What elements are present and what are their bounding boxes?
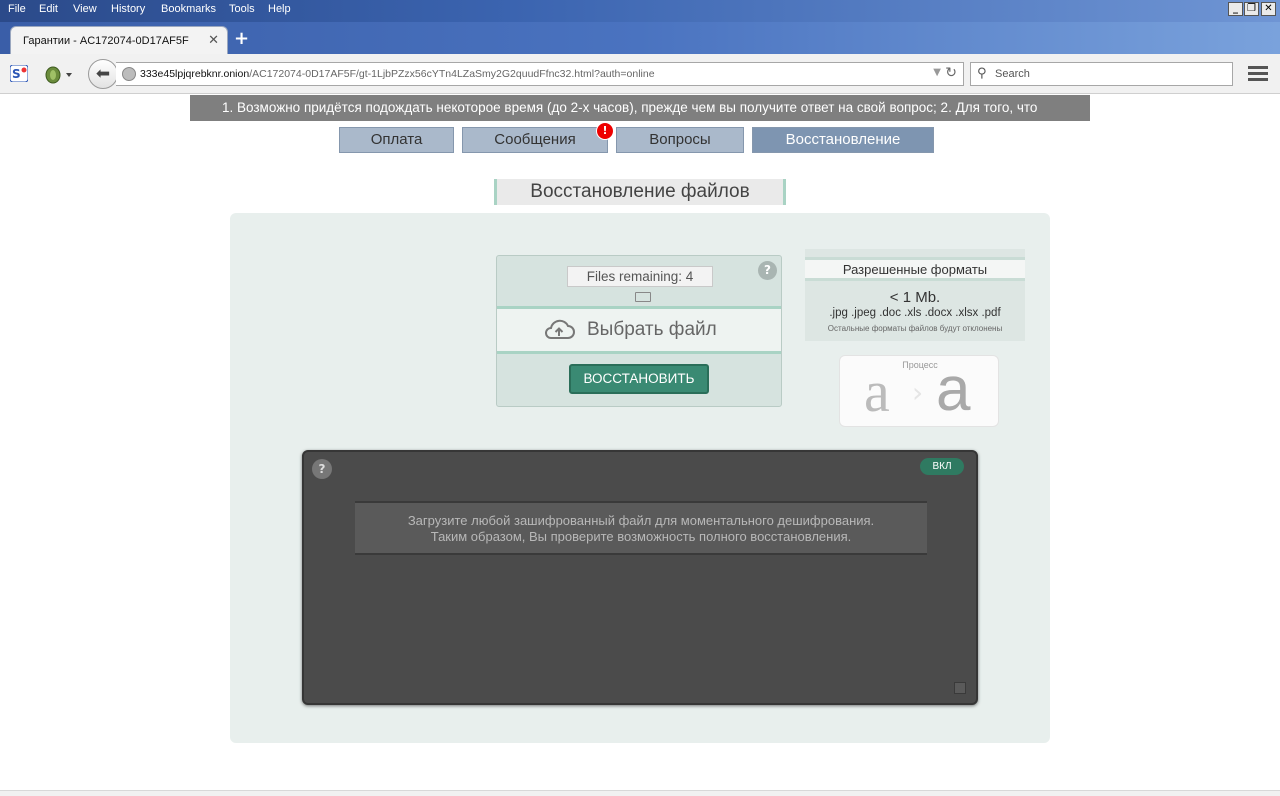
url-text: 333e45lpjqrebknr.onion/AC172074-0D17AF5F… [140, 68, 655, 80]
page-content: 1. Возможно придётся подождать некоторое… [0, 95, 1280, 790]
new-tab-button[interactable]: + [234, 28, 249, 49]
recovery-panel: Files remaining: 4 ? Выбрать файл ВОССТА… [230, 213, 1050, 743]
url-host: 333e45lpjqrebknr.onion [140, 68, 250, 80]
search-placeholder: Search [995, 68, 1030, 80]
dropdown-arrow-icon[interactable]: ▼ [933, 67, 941, 78]
back-button[interactable]: ⬅ [88, 59, 118, 89]
search-input[interactable]: ⚲ Search [970, 62, 1233, 86]
keyboard-icon[interactable] [635, 292, 651, 302]
back-arrow-icon: ⬅ [95, 64, 111, 84]
process-label: Процесс [902, 360, 938, 370]
svg-text:S: S [12, 67, 21, 81]
choose-file-label: Выбрать файл [587, 319, 717, 340]
console-message-line2: Таким образом, Вы проверите возможность … [430, 529, 852, 544]
formats-header: Разрешенные форматы [805, 257, 1025, 281]
hamburger-menu-icon[interactable] [1248, 66, 1268, 82]
help-icon[interactable]: ? [312, 459, 332, 479]
allowed-formats-box: Разрешенные форматы < 1 Mb. .jpg .jpeg .… [805, 249, 1025, 341]
tab-messages[interactable]: Сообщения [462, 127, 608, 153]
reload-icon[interactable]: ↻ [945, 65, 957, 81]
page-title: Восстановление файлов [494, 179, 786, 205]
size-limit: < 1 Mb. [889, 289, 941, 306]
formats-note: Остальные форматы файлов будут отклонены [827, 324, 1003, 333]
process-indicator: a › a Процесс [839, 355, 999, 427]
search-icon: ⚲ [977, 66, 987, 81]
file-chooser[interactable]: Выбрать файл [497, 306, 781, 354]
restore-button[interactable]: ВОССТАНОВИТЬ [569, 364, 709, 394]
tor-onion-icon[interactable] [44, 64, 74, 84]
restore-button[interactable]: ❐ [1244, 2, 1259, 16]
cloud-upload-icon [545, 319, 575, 339]
tab-title: Гарантии - AC172074-0D17AF5F [23, 35, 189, 47]
url-bar[interactable]: 333e45lpjqrebknr.onion/AC172074-0D17AF5F… [116, 62, 964, 86]
upload-box: Files remaining: 4 ? Выбрать файл ВОССТА… [496, 255, 782, 407]
info-ticker: 1. Возможно придётся подождать некоторое… [190, 95, 1090, 121]
decrypt-console: ? ВКЛ Загрузите любой зашифрованный файл… [302, 450, 978, 705]
menu-view[interactable]: View [73, 3, 97, 15]
allowed-extensions: .jpg .jpeg .doc .xls .docx .xlsx .pdf [829, 307, 1001, 319]
status-bar [0, 790, 1280, 796]
s-toolbar-icon[interactable]: S [10, 65, 28, 82]
tab-recovery[interactable]: Восстановление [752, 127, 934, 153]
url-path: /AC172074-0D17AF5F/gt-1LjbPZzx56cYTn4LZa… [249, 68, 655, 80]
help-icon[interactable]: ? [758, 261, 777, 280]
tab-payment[interactable]: Оплата [339, 127, 454, 153]
menu-file[interactable]: File [8, 3, 26, 15]
close-window-button[interactable]: ✕ [1261, 2, 1276, 16]
messages-alert-badge: ! [596, 122, 614, 140]
chevron-right-icon: › [912, 376, 924, 409]
browser-tab[interactable]: Гарантии - AC172074-0D17AF5F ✕ [10, 26, 228, 54]
menu-bookmarks[interactable]: Bookmarks [161, 3, 216, 15]
resize-icon[interactable] [954, 682, 966, 694]
navigation-toolbar: S ⬅ 333e45lpjqrebknr.onion/AC172074-0D17… [0, 54, 1280, 94]
menu-help[interactable]: Help [268, 3, 291, 15]
tab-questions[interactable]: Вопросы [616, 127, 744, 153]
tab-strip: Гарантии - AC172074-0D17AF5F ✕ + [0, 22, 1280, 54]
menu-edit[interactable]: Edit [39, 3, 58, 15]
minimize-button[interactable]: _ [1228, 2, 1243, 16]
tab-close-icon[interactable]: ✕ [208, 33, 219, 48]
menu-history[interactable]: History [111, 3, 145, 15]
console-message: Загрузите любой зашифрованный файл для м… [355, 501, 927, 555]
console-message-line1: Загрузите любой зашифрованный файл для м… [407, 513, 875, 528]
menu-tools[interactable]: Tools [229, 3, 255, 15]
globe-icon [122, 67, 136, 81]
menu-bar: File Edit View History Bookmarks Tools H… [0, 0, 1280, 22]
files-remaining-label: Files remaining: 4 [567, 266, 713, 287]
on-toggle[interactable]: ВКЛ [920, 458, 964, 475]
